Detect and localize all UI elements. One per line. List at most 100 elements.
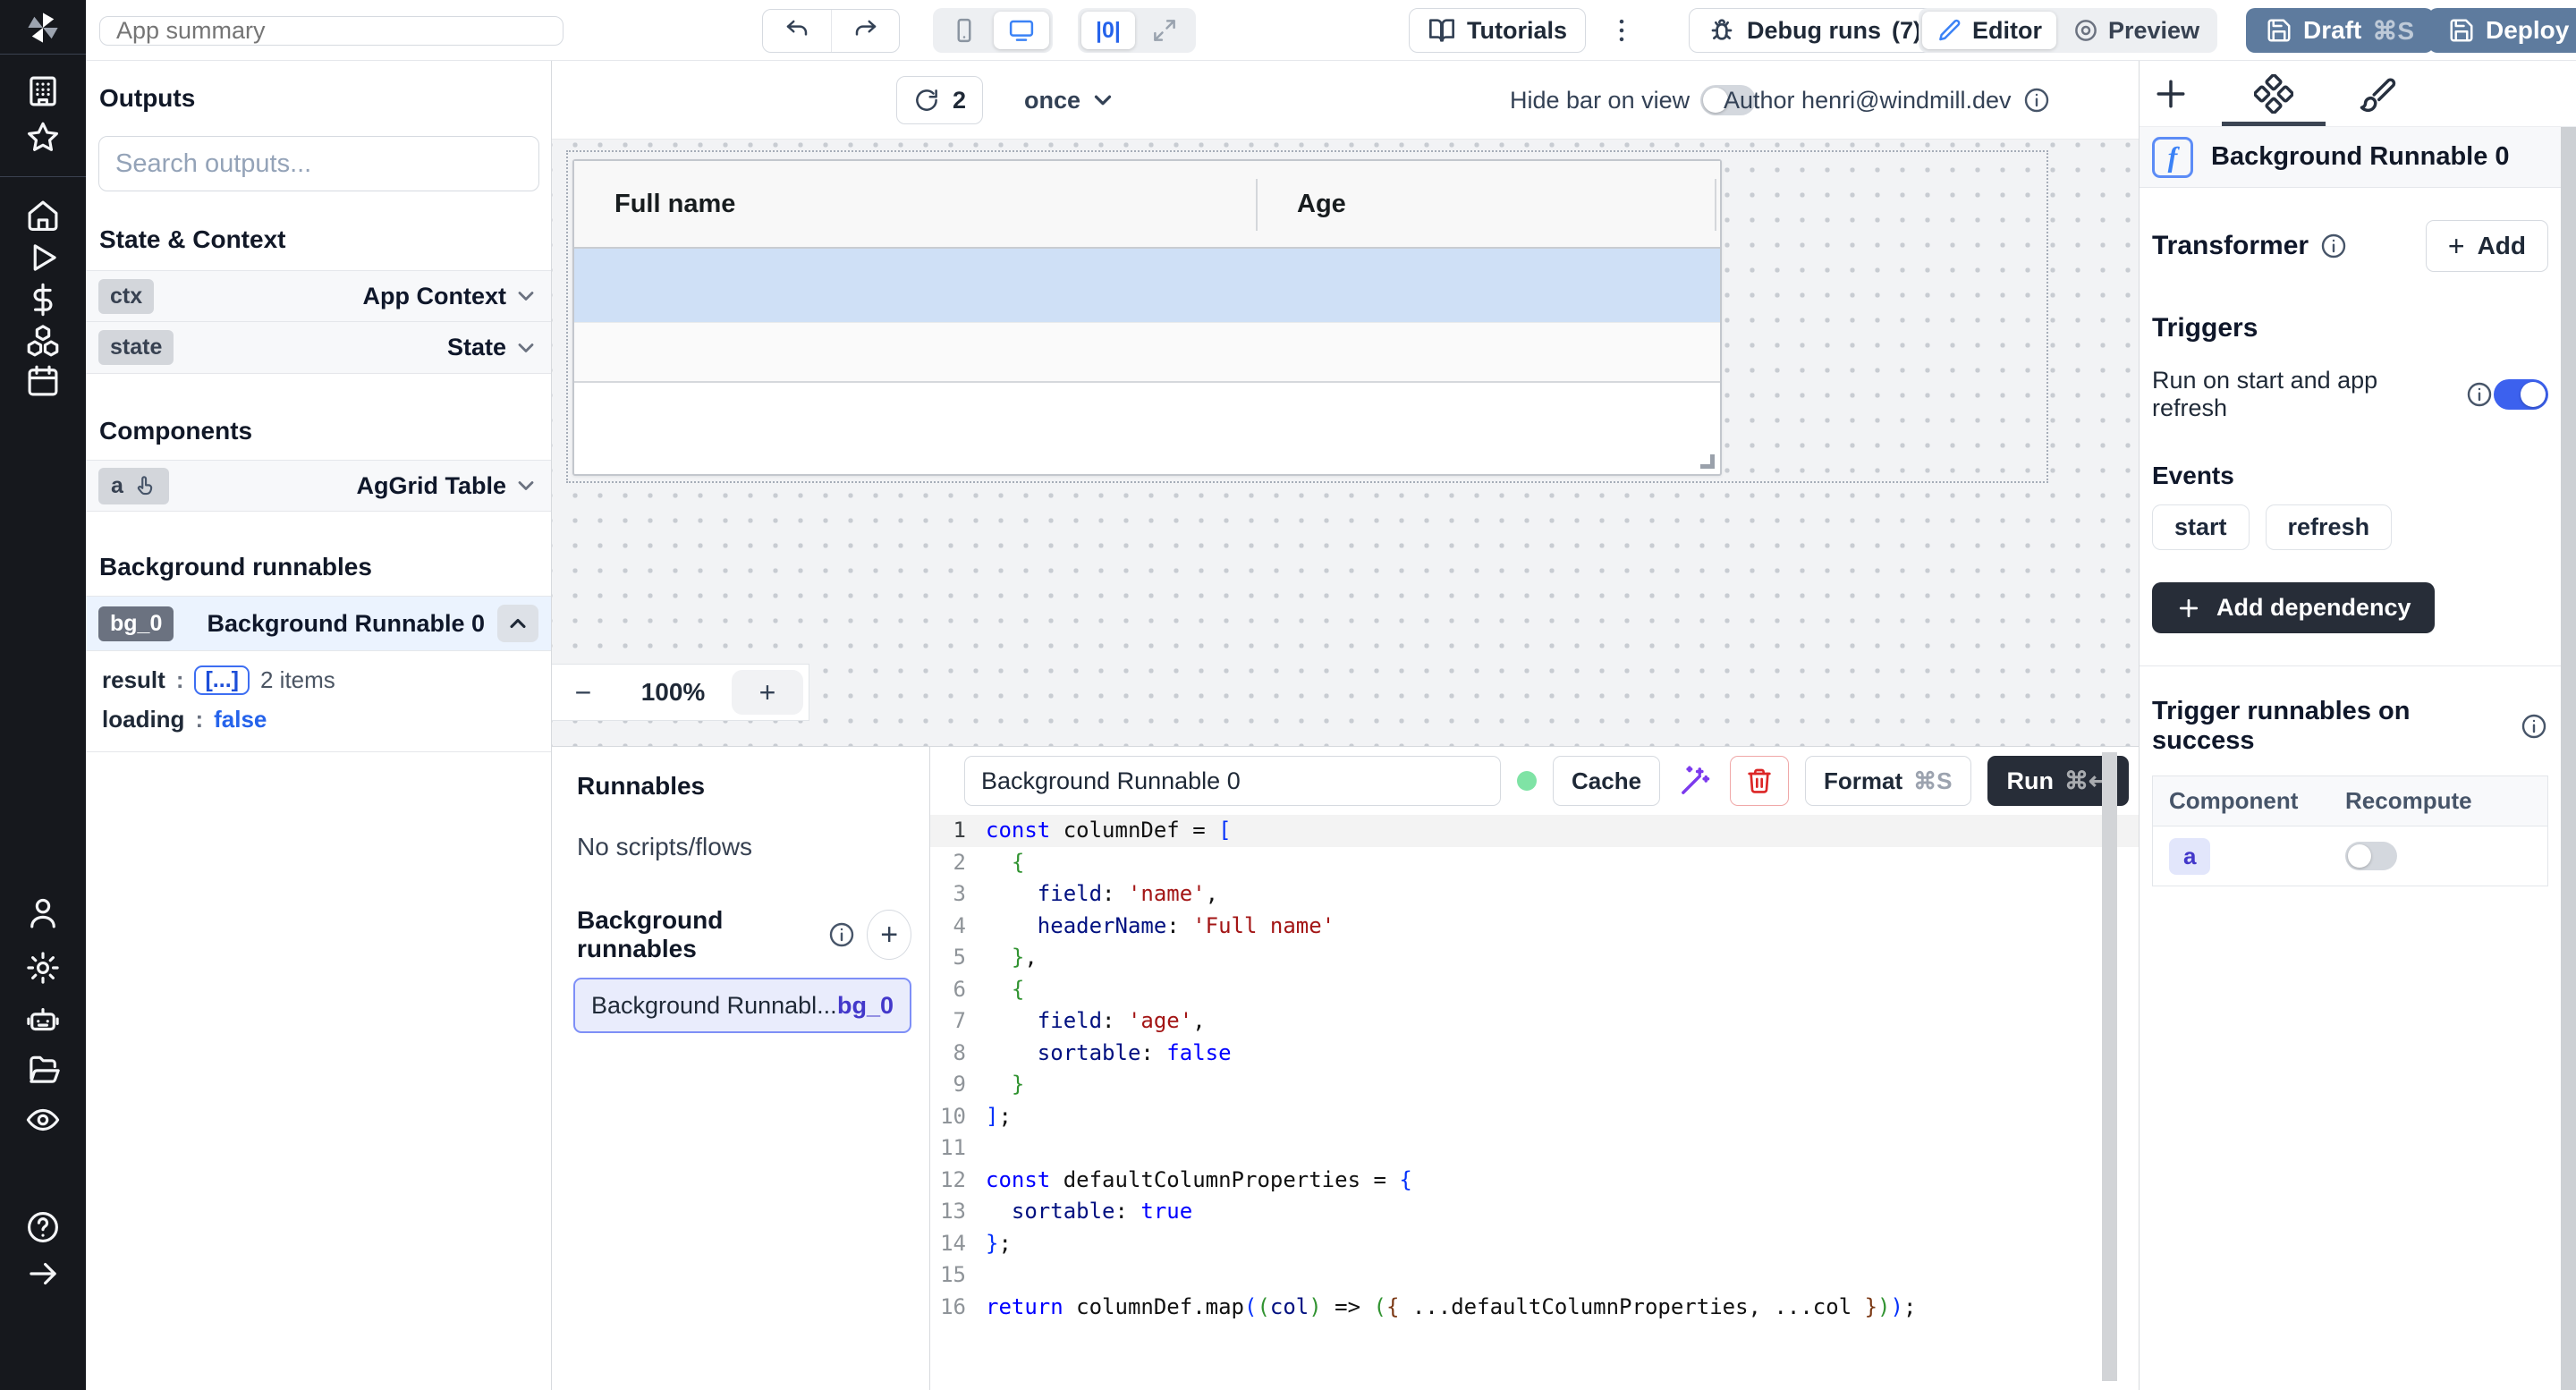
settings-components-tab[interactable] — [2251, 72, 2296, 116]
styling-tab[interactable] — [2354, 72, 2399, 116]
info-icon[interactable] — [827, 920, 856, 949]
debug-runs-button[interactable]: Debug runs (7) — [1689, 8, 1940, 53]
runs-play-icon[interactable] — [22, 237, 64, 278]
cache-button[interactable]: Cache — [1553, 756, 1660, 806]
info-icon[interactable] — [2319, 232, 2348, 260]
event-pill-start[interactable]: start — [2152, 504, 2250, 550]
line-number: 2 — [930, 847, 986, 879]
settings-gear-icon[interactable] — [22, 947, 64, 988]
resources-boxes-icon[interactable] — [22, 320, 64, 361]
desktop-view-button[interactable] — [994, 12, 1049, 49]
code-line[interactable]: 11 — [930, 1132, 2139, 1165]
code-line[interactable]: 4 headerName: 'Full name' — [930, 911, 2139, 943]
code-line[interactable]: 1const columnDef = [ — [930, 815, 2139, 847]
schedules-calendar-icon[interactable] — [22, 360, 64, 402]
background-runnable-item-selected[interactable]: Background Runnabl... bg_0 — [573, 978, 911, 1033]
code-editor-content[interactable]: 1const columnDef = [2 {3 field: 'name',4… — [930, 815, 2139, 1390]
tutorials-button[interactable]: Tutorials — [1409, 8, 1586, 53]
editor-scrollbar[interactable] — [2102, 752, 2117, 1381]
output-row-bg0[interactable]: bg_0 Background Runnable 0 — [86, 596, 551, 651]
code-line[interactable]: 14}; — [930, 1228, 2139, 1260]
collapse-chevron-up-button[interactable] — [497, 605, 538, 642]
code-line[interactable]: 12const defaultColumnProperties = { — [930, 1165, 2139, 1197]
inspector-scrollbar[interactable] — [2561, 127, 2576, 1390]
user-icon[interactable] — [22, 893, 64, 934]
info-icon[interactable] — [2022, 86, 2051, 114]
runnables-list-panel: Runnables No scripts/flows Background ru… — [552, 747, 930, 1390]
chevron-down-icon[interactable] — [513, 335, 538, 360]
audit-eye-icon[interactable] — [22, 1099, 64, 1140]
output-row-ctx[interactable]: ctx App Context — [86, 270, 551, 322]
apps-building-icon[interactable] — [22, 71, 64, 112]
more-menu-button[interactable] — [1606, 8, 1637, 53]
code-line[interactable]: 7 field: 'age', — [930, 1005, 2139, 1038]
delete-runnable-button[interactable] — [1730, 756, 1789, 806]
chevron-down-icon[interactable] — [513, 284, 538, 309]
state-type-label: State — [447, 334, 506, 361]
variables-dollar-icon[interactable] — [22, 279, 64, 320]
refresh-app-button[interactable]: 2 — [896, 76, 983, 124]
redo-button[interactable] — [831, 10, 899, 52]
hide-bar-label: Hide bar on view — [1510, 87, 1690, 114]
code-line[interactable]: 16return columnDef.map((col) => ({ ...de… — [930, 1292, 2139, 1324]
runnable-name-input[interactable] — [964, 756, 1501, 806]
expand-canvas-button[interactable] — [1137, 12, 1192, 49]
info-icon[interactable] — [2520, 712, 2548, 741]
line-number: 9 — [930, 1069, 986, 1101]
windmill-logo-icon[interactable] — [22, 7, 64, 48]
canvas-toolbar: 2 once Hide bar on view Author henri@win… — [552, 61, 2139, 140]
outputs-panel: Outputs State & Context ctx App Context … — [86, 61, 552, 1390]
add-dependency-button[interactable]: Add dependency — [2152, 582, 2435, 633]
component-resize-handle[interactable] — [1700, 454, 1715, 469]
code-line[interactable]: 8 sortable: false — [930, 1038, 2139, 1070]
home-icon[interactable] — [22, 195, 64, 236]
favorites-star-icon[interactable] — [22, 117, 64, 158]
line-number: 12 — [930, 1165, 986, 1197]
deploy-button[interactable]: Deploy — [2428, 8, 2576, 53]
info-icon[interactable] — [2465, 380, 2494, 409]
table-row[interactable] — [574, 322, 1720, 383]
code-line[interactable]: 5 }, — [930, 942, 2139, 974]
event-pill-refresh[interactable]: refresh — [2266, 504, 2393, 550]
mobile-view-button[interactable] — [936, 12, 992, 49]
center-canvas-button[interactable]: |0| — [1081, 12, 1135, 49]
column-separator[interactable] — [1715, 179, 1716, 231]
table-row-selected[interactable] — [574, 249, 1720, 322]
code-line[interactable]: 6 { — [930, 974, 2139, 1006]
add-background-runnable-button[interactable]: + — [867, 910, 911, 960]
preview-tab[interactable]: Preview — [2058, 12, 2214, 49]
add-transformer-button[interactable]: + Add — [2426, 220, 2548, 272]
editor-tab[interactable]: Editor — [1922, 12, 2056, 49]
zoom-in-button[interactable]: + — [732, 670, 803, 715]
insert-component-tab[interactable] — [2148, 72, 2193, 116]
ai-wand-icon[interactable] — [1676, 762, 1714, 800]
output-row-component-a[interactable]: a AgGrid Table — [86, 460, 551, 512]
undo-button[interactable] — [763, 10, 831, 52]
app-summary-input[interactable] — [99, 16, 564, 46]
code-line[interactable]: 3 field: 'name', — [930, 878, 2139, 911]
search-outputs-input[interactable] — [98, 136, 539, 191]
column-separator[interactable] — [1256, 179, 1258, 231]
code-line[interactable]: 10]; — [930, 1101, 2139, 1133]
expand-array-chip[interactable]: [...] — [194, 665, 250, 695]
refresh-mode-select[interactable]: once — [1024, 87, 1116, 114]
output-row-state[interactable]: state State — [86, 322, 551, 374]
code-line[interactable]: 13 sortable: true — [930, 1196, 2139, 1228]
collapse-arrow-right-icon[interactable] — [22, 1253, 64, 1294]
code-line[interactable]: 2 { — [930, 847, 2139, 879]
run-on-start-toggle[interactable] — [2494, 379, 2548, 410]
chevron-down-icon[interactable] — [513, 473, 538, 498]
code-line[interactable]: 15 — [930, 1259, 2139, 1292]
draft-button[interactable]: Draft ⌘S — [2246, 8, 2434, 53]
help-icon[interactable] — [22, 1207, 64, 1248]
recompute-toggle[interactable] — [2345, 842, 2397, 870]
aggrid-table-component[interactable]: Full name Age — [572, 159, 1722, 476]
zoom-out-button[interactable]: − — [552, 676, 614, 709]
code-line[interactable]: 9 } — [930, 1069, 2139, 1101]
ai-bot-icon[interactable] — [22, 999, 64, 1040]
format-button[interactable]: Format⌘S — [1805, 756, 1970, 806]
column-header-full-name[interactable]: Full name — [614, 190, 735, 219]
column-header-age[interactable]: Age — [1297, 190, 1346, 219]
folders-icon[interactable] — [22, 1049, 64, 1090]
app-canvas[interactable]: Full name Age − 100% + — [552, 140, 2139, 746]
